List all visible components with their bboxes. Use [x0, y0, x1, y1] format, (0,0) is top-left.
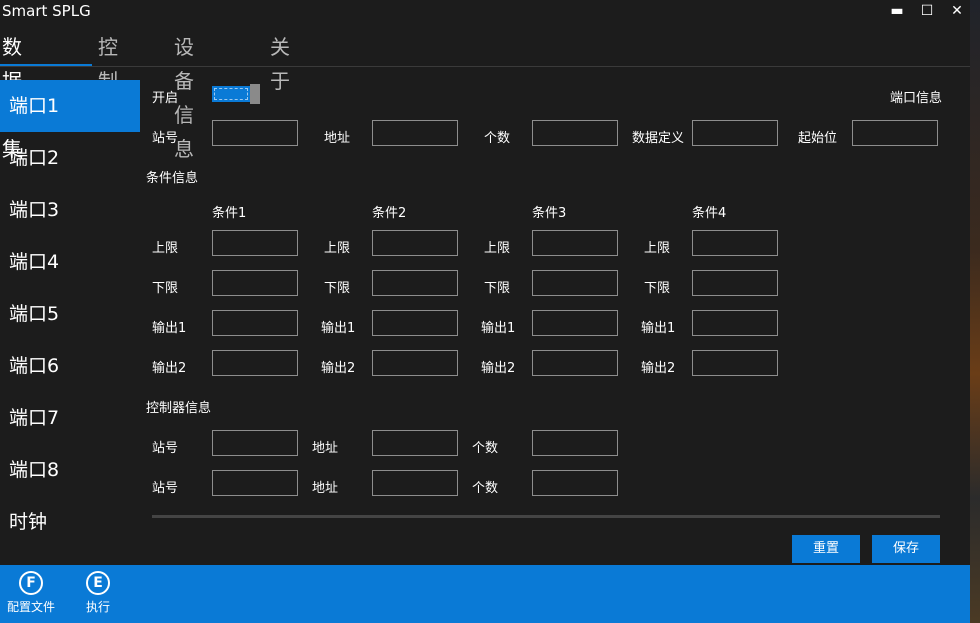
config-file-label: 配置文件 [6, 600, 55, 614]
command-bar: F 配置文件 E 执行 [0, 565, 970, 623]
section-divider [152, 515, 940, 518]
condition1-upper-input[interactable] [212, 230, 298, 256]
count-input[interactable] [532, 120, 618, 146]
tab-about[interactable]: 关于 [270, 30, 290, 98]
condition3-lower-input[interactable] [532, 270, 618, 296]
condition1-header: 条件1 [212, 206, 247, 221]
output2-label: 输出2 [152, 361, 187, 376]
sidebar-item-port8[interactable]: 端口8 [0, 444, 140, 496]
minimize-button[interactable]: ▬ [882, 0, 912, 24]
upper-limit-label: 上限 [484, 241, 511, 256]
upper-limit-label: 上限 [152, 241, 179, 256]
condition2-output1-input[interactable] [372, 310, 458, 336]
title-bar [0, 0, 970, 24]
condition1-output2-input[interactable] [212, 350, 298, 376]
condition4-output2-input[interactable] [692, 350, 778, 376]
address-label: 地址 [324, 131, 351, 146]
port-info-label: 端口信息 [890, 91, 943, 106]
condition2-header: 条件2 [372, 206, 407, 221]
output2-label: 输出2 [641, 361, 676, 376]
background-strip [970, 0, 980, 623]
toggle-thumb[interactable] [250, 84, 260, 104]
condition2-output2-input[interactable] [372, 350, 458, 376]
condition3-output1-input[interactable] [532, 310, 618, 336]
condition2-lower-input[interactable] [372, 270, 458, 296]
reset-button[interactable]: 重置 [792, 535, 860, 563]
data-definition-label: 数据定义 [632, 131, 685, 146]
sidebar-item-port3[interactable]: 端口3 [0, 184, 140, 236]
execute-icon: E [86, 571, 110, 595]
start-bit-label: 起始位 [798, 131, 838, 146]
controller-address-label: 地址 [312, 441, 339, 456]
sidebar-item-port2[interactable]: 端口2 [0, 132, 140, 184]
sidebar-item-port7[interactable]: 端口7 [0, 392, 140, 444]
sidebar-item-port5[interactable]: 端口5 [0, 288, 140, 340]
save-button[interactable]: 保存 [872, 535, 940, 563]
condition1-lower-input[interactable] [212, 270, 298, 296]
maximize-button[interactable]: ☐ [912, 0, 942, 24]
controller1-station-input[interactable] [212, 430, 298, 456]
count-label: 个数 [484, 131, 511, 146]
station-label: 站号 [152, 131, 179, 146]
output1-label: 输出1 [321, 321, 356, 336]
start-bit-input[interactable] [852, 120, 938, 146]
enable-toggle[interactable] [212, 84, 260, 104]
lower-limit-label: 下限 [324, 281, 351, 296]
close-button[interactable]: ✕ [942, 0, 972, 24]
controller1-count-input[interactable] [532, 430, 618, 456]
upper-limit-label: 上限 [324, 241, 351, 256]
condition4-header: 条件4 [692, 206, 727, 221]
port-sidebar: 端口1 端口2 端口3 端口4 端口5 端口6 端口7 端口8 时钟 [0, 80, 140, 560]
condition4-lower-input[interactable] [692, 270, 778, 296]
controller1-address-input[interactable] [372, 430, 458, 456]
output1-label: 输出1 [481, 321, 516, 336]
controller-station-label: 站号 [152, 481, 179, 496]
condition3-output2-input[interactable] [532, 350, 618, 376]
tab-divider [0, 66, 970, 67]
controller2-station-input[interactable] [212, 470, 298, 496]
address-input[interactable] [372, 120, 458, 146]
config-file-icon: F [19, 571, 43, 595]
lower-limit-label: 下限 [152, 281, 179, 296]
controller-address-label: 地址 [312, 481, 339, 496]
toggle-track [212, 86, 250, 102]
enable-label: 开启 [152, 91, 179, 106]
window-title: Smart SPLG [2, 2, 91, 20]
output2-label: 输出2 [321, 361, 356, 376]
conditions-title: 条件信息 [146, 171, 199, 186]
controller-count-label: 个数 [472, 441, 499, 456]
condition2-upper-input[interactable] [372, 230, 458, 256]
controller-title: 控制器信息 [146, 401, 212, 416]
lower-limit-label: 下限 [644, 281, 671, 296]
condition3-header: 条件3 [532, 206, 567, 221]
execute-button[interactable]: E 执行 [80, 571, 116, 615]
config-file-button[interactable]: F 配置文件 [4, 571, 58, 615]
controller-count-label: 个数 [472, 481, 499, 496]
sidebar-item-port6[interactable]: 端口6 [0, 340, 140, 392]
controller2-address-input[interactable] [372, 470, 458, 496]
condition1-output1-input[interactable] [212, 310, 298, 336]
execute-label: 执行 [85, 600, 110, 614]
controller-station-label: 站号 [152, 441, 179, 456]
sidebar-item-clock[interactable]: 时钟 [0, 496, 140, 548]
station-input[interactable] [212, 120, 298, 146]
condition3-upper-input[interactable] [532, 230, 618, 256]
data-definition-input[interactable] [692, 120, 778, 146]
output2-label: 输出2 [481, 361, 516, 376]
condition4-upper-input[interactable] [692, 230, 778, 256]
sidebar-item-port4[interactable]: 端口4 [0, 236, 140, 288]
output1-label: 输出1 [152, 321, 187, 336]
output1-label: 输出1 [641, 321, 676, 336]
controller2-count-input[interactable] [532, 470, 618, 496]
lower-limit-label: 下限 [484, 281, 511, 296]
condition4-output1-input[interactable] [692, 310, 778, 336]
upper-limit-label: 上限 [644, 241, 671, 256]
sidebar-item-port1[interactable]: 端口1 [0, 80, 140, 132]
